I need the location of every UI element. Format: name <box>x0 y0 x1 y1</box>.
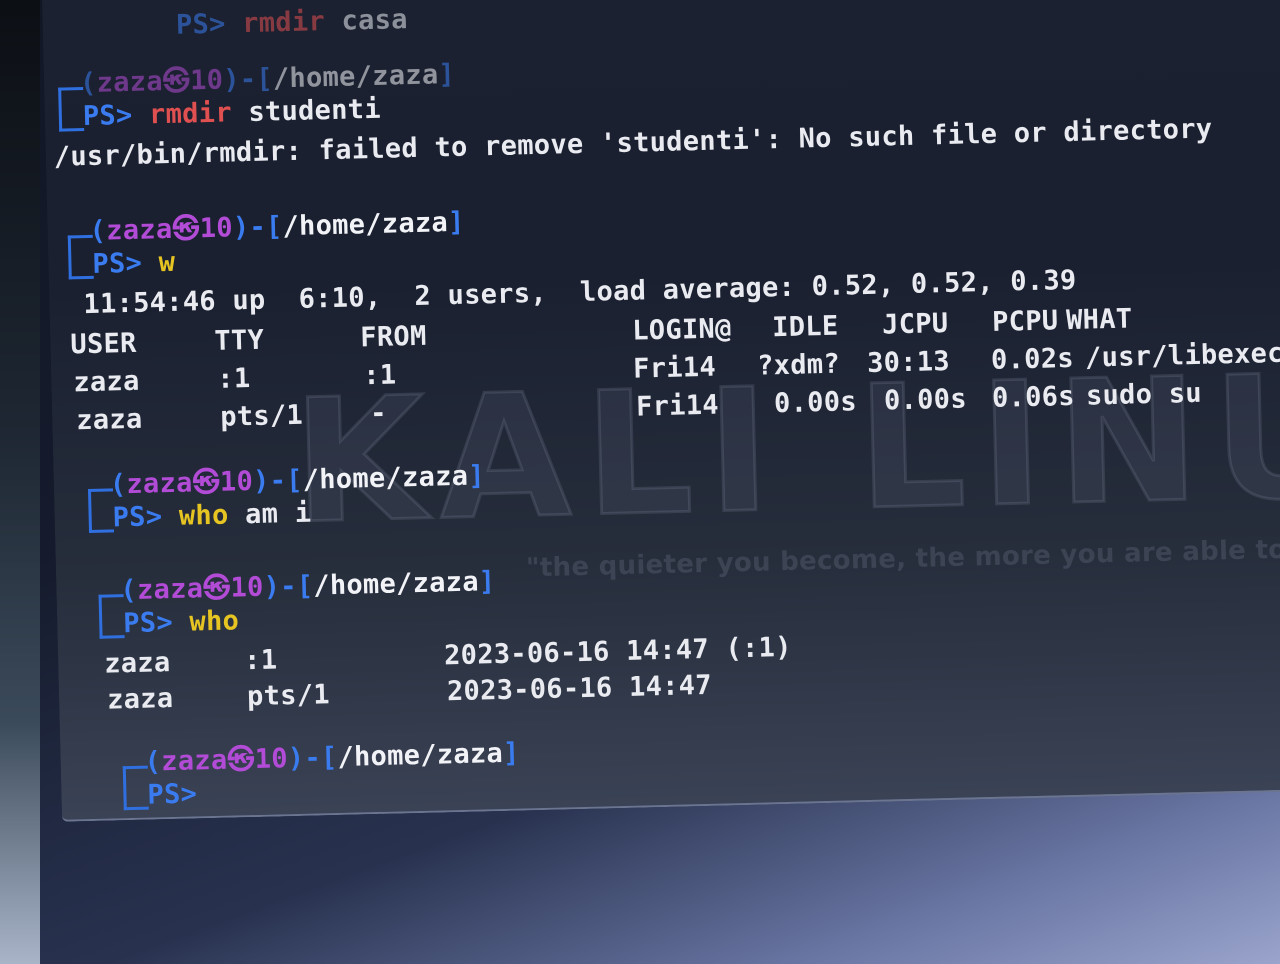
at-icon: ㉿ <box>172 213 201 245</box>
at-icon: ㉿ <box>192 466 221 499</box>
prompt-path: /home/zaza <box>272 59 439 95</box>
header-idle: IDLE <box>771 310 839 344</box>
at-icon: ㉿ <box>227 744 256 776</box>
ps-label: PS> <box>122 606 174 640</box>
cell-what: /usr/libexec/g <box>1084 336 1280 374</box>
monitor-bezel <box>0 0 40 964</box>
terminal-window[interactable]: KALI LINUX "the quieter you become, the … <box>42 0 1280 822</box>
cell-user: zaza <box>75 403 143 437</box>
prompt-user: zaza <box>126 467 194 501</box>
ps-label: PS> <box>147 778 198 811</box>
ps-label: PS> <box>175 8 227 41</box>
prompt-path: /home/zaza <box>282 207 449 243</box>
cell-login: Fri14 <box>635 389 720 423</box>
header-user: USER <box>70 327 138 361</box>
at-icon: ㉿ <box>202 572 231 605</box>
prompt-path: /home/zaza <box>312 566 480 602</box>
current-prompt-line[interactable]: PS> <box>147 778 197 810</box>
cell-jcpu: 30:13 <box>866 345 951 379</box>
command-line-who: PS> who <box>123 605 240 639</box>
cell-time: 2023-06-16 14:47 (:1) <box>443 631 793 672</box>
prompt-path: /home/zaza <box>337 737 504 774</box>
cell-user: zaza <box>106 683 174 716</box>
cell-time: 2023-06-16 14:47 <box>446 669 713 708</box>
header-jcpu: JCPU <box>881 307 949 341</box>
header-from: FROM <box>359 320 427 354</box>
prompt-header: (zaza㉿10)-[/home/zaza] <box>120 566 496 607</box>
header-pcpu: PCPU <box>991 305 1059 338</box>
prompt-host: 10 <box>199 212 234 245</box>
prompt-host: 10 <box>219 465 254 498</box>
ps-label: PS> <box>92 247 143 280</box>
cell-user: zaza <box>103 647 171 680</box>
cell-from: :1 <box>362 359 397 392</box>
prompt-host: 10 <box>230 571 265 604</box>
command-name: who <box>189 605 240 638</box>
cell-tty: pts/1 <box>246 679 331 713</box>
command-arg: casa <box>341 4 409 37</box>
prompt-host: 10 <box>254 743 289 776</box>
cell-login: Fri14 <box>632 351 717 385</box>
command-name: rmdir <box>148 97 233 131</box>
prompt-user: zaza <box>160 744 228 778</box>
prompt-user: zaza <box>96 66 164 99</box>
prompt-user: zaza <box>136 573 204 606</box>
cell-tty: :1 <box>216 363 251 395</box>
command-arg: studenti <box>248 93 382 128</box>
command-name: who <box>178 499 229 532</box>
at-icon: ㉿ <box>162 65 191 98</box>
command-name: w <box>158 246 176 279</box>
cell-from: - <box>369 397 388 430</box>
ps-label: PS> <box>112 501 163 534</box>
prompt-user: zaza <box>105 213 173 247</box>
photo-of-screen: KALI LINUX "the quieter you become, the … <box>0 0 1280 964</box>
prompt-header: (zaza㉿10)-[/home/zaza] <box>89 206 465 247</box>
prompt-header: (zaza㉿10)-[/home/zaza] <box>144 737 520 778</box>
cell-user: zaza <box>72 365 140 399</box>
command-line-w: PS> w <box>92 247 176 280</box>
cell-idle: 0.00s <box>773 386 858 420</box>
command-name: rmdir <box>241 6 326 40</box>
cell-tty: :1 <box>243 644 278 677</box>
cell-what: sudo su <box>1085 377 1203 412</box>
cell-jcpu: 0.00s <box>883 383 968 417</box>
command-line-rmdir: PS> rmdir studenti <box>82 94 381 132</box>
header-tty: TTY <box>214 324 265 357</box>
header-what: WHAT <box>1065 303 1133 337</box>
cell-tty: pts/1 <box>219 399 304 433</box>
prompt-host: 10 <box>189 64 224 97</box>
ps-label: PS> <box>82 99 133 133</box>
cell-idle: ?xdm? <box>756 348 841 382</box>
command-arg: am i <box>244 497 312 531</box>
cell-pcpu: 0.06s <box>991 380 1076 414</box>
prompt-header: (zaza㉿10)-[/home/zaza] <box>79 58 456 100</box>
prompt-path: /home/zaza <box>302 460 469 496</box>
header-login: LOGIN@ <box>631 313 732 347</box>
command-line-who-am-i: PS> who am i <box>112 498 311 534</box>
cell-pcpu: 0.02s <box>990 342 1075 376</box>
